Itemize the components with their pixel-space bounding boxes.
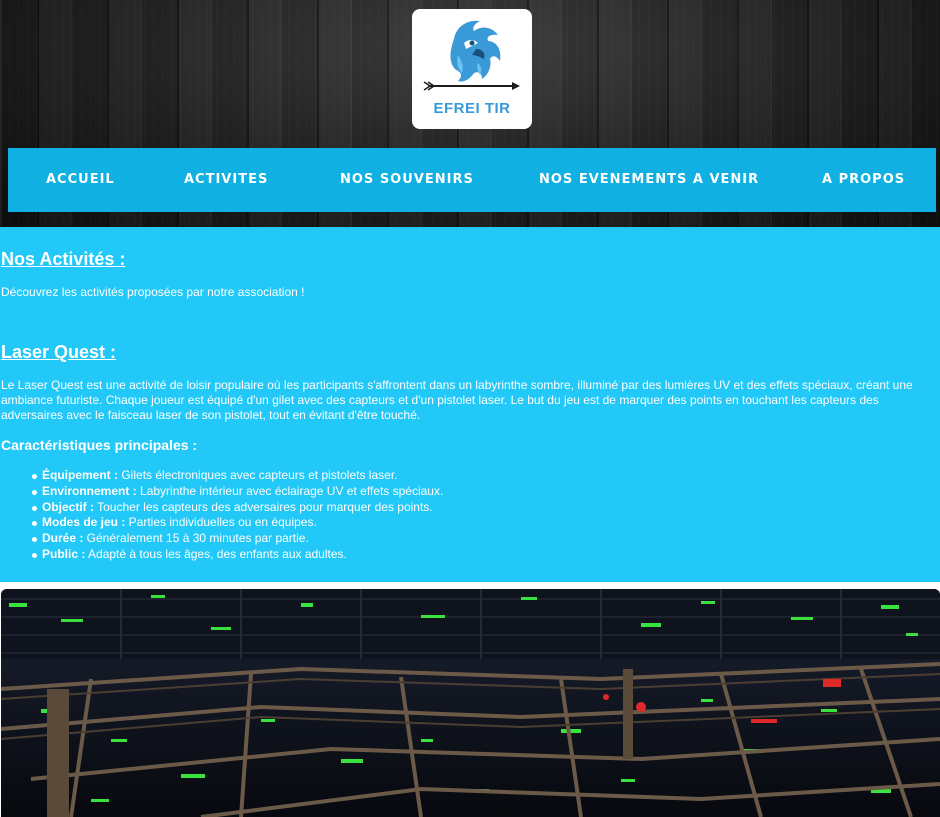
activities-section: Nos Activités : Découvrez les activités … (0, 227, 940, 582)
list-item: Public : Adapté à tous les âges, des enf… (31, 546, 443, 563)
feature-text: Adapté à tous les âges, des enfants aux … (85, 546, 347, 561)
nav-item-a-propos[interactable]: A PROPOS (822, 148, 905, 212)
list-item: Équipement : Gilets électroniques avec c… (31, 468, 443, 484)
feature-text: Généralement 15 à 30 minutes par partie. (83, 531, 309, 546)
nav-item-souvenirs[interactable]: NOS SOUVENIRS (340, 148, 474, 212)
list-item: Modes de jeu : Parties individuelles ou … (31, 515, 443, 531)
features-list: Équipement : Gilets électroniques avec c… (31, 468, 444, 563)
logo[interactable]: EFREI TIR (412, 9, 532, 129)
feature-label: Équipement : (42, 468, 119, 482)
feature-label: Modes de jeu : (42, 515, 126, 530)
nav-item-accueil[interactable]: ACCUEIL (46, 148, 115, 212)
feature-text: Toucher les capteurs des adversaires pou… (94, 499, 433, 514)
laser-maze-image (1, 589, 940, 817)
list-item: Environnement : Labyrinthe intérieur ave… (31, 483, 444, 500)
section-title: Laser Quest : (1, 342, 117, 362)
feature-text: Labyrinthe intérieur avec éclairage UV e… (136, 483, 444, 498)
description-text: Le Laser Quest est une activité de loisi… (1, 378, 913, 422)
feature-text: Gilets électroniques avec capteurs et pi… (118, 468, 398, 482)
list-item: Objectif : Toucher les capteurs des adve… (31, 499, 443, 516)
logo-text: EFREI TIR (433, 100, 511, 117)
feature-label: Environnement : (42, 483, 137, 498)
feature-label: Durée : (42, 531, 84, 546)
intro-text: Découvrez les activités proposées par no… (1, 285, 305, 299)
feature-label: Objectif : (42, 499, 95, 514)
feature-label: Public : (42, 546, 86, 561)
nav-item-evenements[interactable]: NOS EVENEMENTS A VENIR (539, 148, 759, 212)
page-title: Nos Activités : (1, 249, 126, 269)
main-nav: ACCUEIL ACTIVITES NOS SOUVENIRS NOS EVEN… (8, 148, 936, 212)
list-item: Durée : Généralement 15 à 30 minutes par… (31, 531, 443, 547)
site-header: EFREI TIR ACCUEIL ACTIVITES NOS SOUVENIR… (0, 0, 940, 227)
laser-quest-photo (1, 589, 940, 817)
feature-text: Parties individuelles ou en équipes. (125, 515, 317, 530)
features-title: Caractéristiques principales : (1, 437, 198, 453)
nav-item-activites[interactable]: ACTIVITES (184, 148, 268, 212)
